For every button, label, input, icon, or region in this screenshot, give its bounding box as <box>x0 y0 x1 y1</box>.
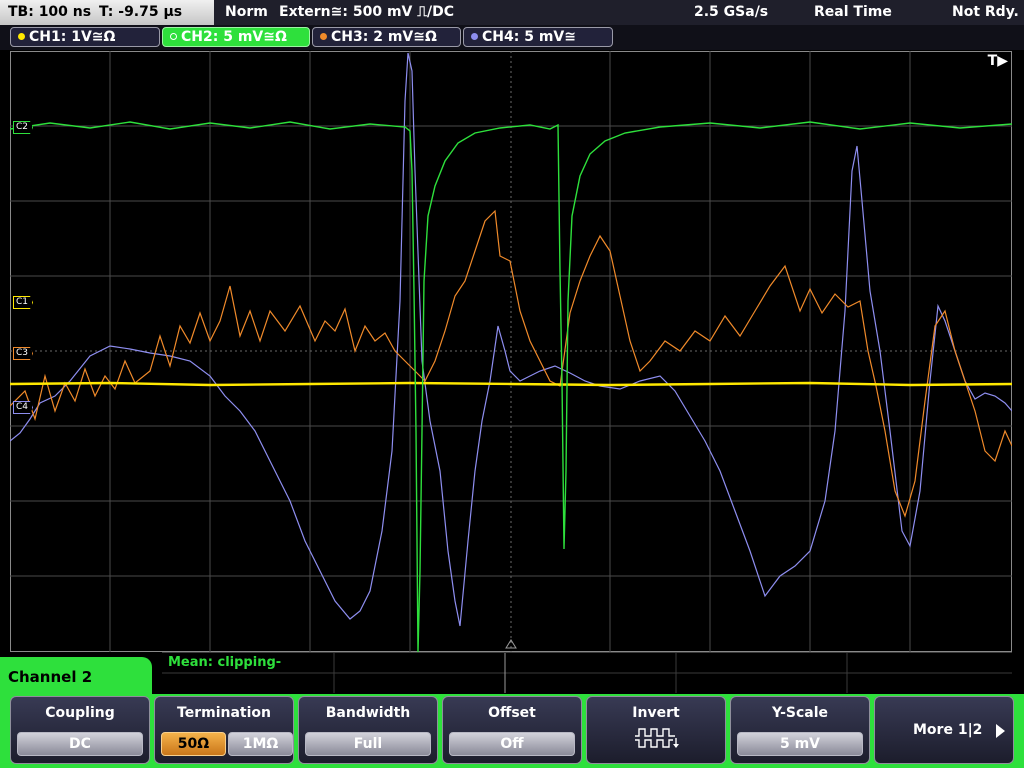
trigger-mode[interactable]: Norm <box>225 0 268 24</box>
termination-1mohm-button[interactable]: 1MΩ <box>228 732 293 756</box>
ch4-color-dot <box>471 33 478 40</box>
offset-value[interactable]: Off <box>449 732 575 756</box>
acquisition-state: Not Rdy. <box>952 4 1019 20</box>
termination-label: Termination <box>177 705 271 721</box>
invert-label: Invert <box>632 705 680 721</box>
bandwidth-label: Bandwidth <box>325 705 411 721</box>
tab-ch4-label: CH4: 5 mV≅ <box>482 29 576 45</box>
trigger-marker[interactable]: T▶ <box>988 53 1008 69</box>
measurement-grid <box>162 653 1012 693</box>
tab-ch2-label: CH2: 5 mV≅Ω <box>181 29 287 45</box>
timebase-status[interactable]: TB: 100 ns T: -9.75 µs <box>0 0 214 25</box>
acquisition-mode: Real Time <box>814 4 892 20</box>
tab-ch1-label: CH1: 1V≅Ω <box>29 29 116 45</box>
tab-ch4[interactable]: CH4: 5 mV≅ <box>463 27 613 47</box>
trigger-source[interactable]: Extern≅: 500 mV ⎍/DC <box>279 0 454 24</box>
y-scale-softkey[interactable]: Y-Scale 5 mV <box>730 696 870 764</box>
ch2-color-dot <box>170 33 177 40</box>
menu-title[interactable]: Channel 2 <box>0 657 152 697</box>
more-softkey[interactable]: More 1|2 <box>874 696 1014 764</box>
measurement-mean: Mean: clipping- <box>168 655 282 670</box>
timebase-value: TB: 100 ns <box>8 4 92 20</box>
ch3-offset-marker[interactable]: C3 <box>13 347 34 360</box>
tab-ch3-label: CH3: 2 mV≅Ω <box>331 29 437 45</box>
tab-ch3[interactable]: CH3: 2 mV≅Ω <box>312 27 461 47</box>
coupling-value[interactable]: DC <box>17 732 143 756</box>
ch1-trace <box>10 381 1012 387</box>
ch1-color-dot <box>18 33 25 40</box>
ch4-offset-marker[interactable]: C4 <box>13 401 34 414</box>
acquisition-status: Norm Extern≅: 500 mV ⎍/DC 2.5 GSa/s Real… <box>216 0 1024 25</box>
tab-ch1[interactable]: CH1: 1V≅Ω <box>10 27 160 47</box>
ch2-offset-marker[interactable]: C2 <box>13 121 34 134</box>
waveform-canvas <box>10 51 1012 652</box>
measurement-panel: Mean: clipping- <box>162 652 1012 693</box>
y-scale-value[interactable]: 5 mV <box>737 732 863 756</box>
y-scale-label: Y-Scale <box>771 705 828 721</box>
coupling-softkey[interactable]: Coupling DC <box>10 696 150 764</box>
sample-rate: 2.5 GSa/s <box>694 4 769 20</box>
bandwidth-value[interactable]: Full <box>305 732 431 756</box>
termination-softkey[interactable]: Termination 50Ω 1MΩ <box>154 696 294 764</box>
arrow-right-icon <box>996 724 1005 738</box>
channel-tabs: CH1: 1V≅Ω CH2: 5 mV≅Ω CH3: 2 mV≅Ω CH4: 5… <box>0 25 1024 50</box>
more-label: More 1|2 <box>913 722 983 738</box>
termination-50ohm-button[interactable]: 50Ω <box>161 732 226 756</box>
offset-label: Offset <box>488 705 536 721</box>
ch4-trace <box>10 52 1012 627</box>
trigger-time-value: T: -9.75 µs <box>99 4 183 20</box>
ch1-offset-marker[interactable]: C1 <box>13 296 34 309</box>
ch3-color-dot <box>320 33 327 40</box>
softkey-bar: Coupling DC Termination 50Ω 1MΩ Bandwidt… <box>0 694 1024 768</box>
invert-waveform-icon <box>635 728 679 748</box>
bandwidth-softkey[interactable]: Bandwidth Full <box>298 696 438 764</box>
invert-softkey[interactable]: Invert <box>586 696 726 764</box>
tab-ch2[interactable]: CH2: 5 mV≅Ω <box>162 27 310 47</box>
graticule <box>10 51 1012 652</box>
coupling-label: Coupling <box>45 705 115 721</box>
offset-softkey[interactable]: Offset Off <box>442 696 582 764</box>
waveform-display[interactable]: T▶ C2 C1 C3 C4 <box>10 51 1012 652</box>
status-bar: TB: 100 ns T: -9.75 µs Norm Extern≅: 500… <box>0 0 1024 25</box>
